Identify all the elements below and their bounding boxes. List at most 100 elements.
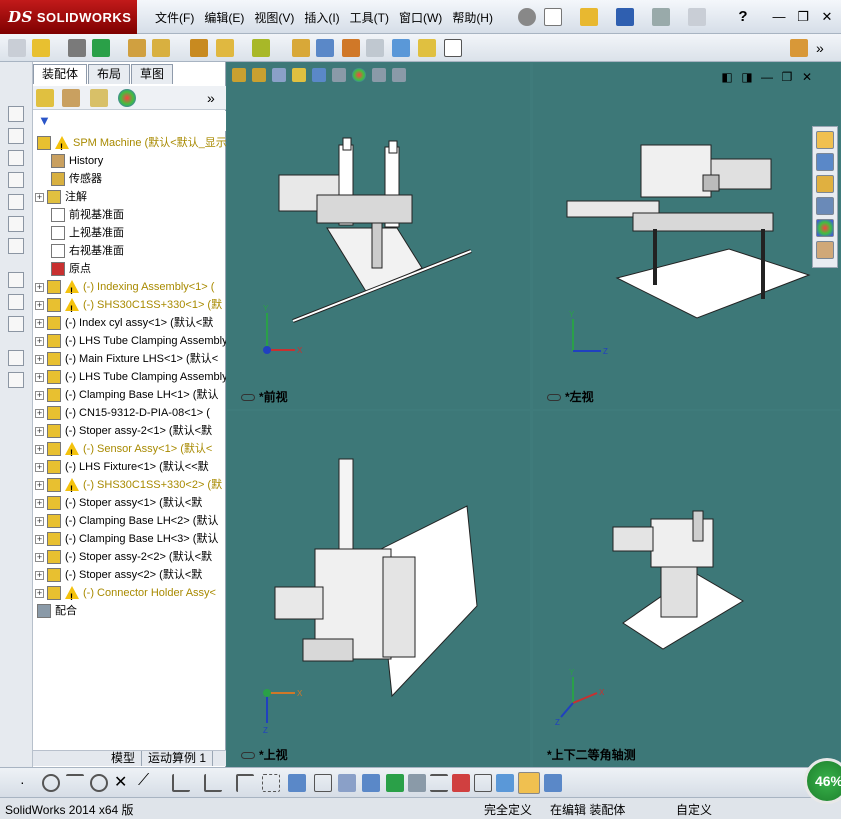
grid-icon[interactable] (314, 774, 332, 792)
viewport-left[interactable]: Y Z *左视 (533, 63, 840, 409)
solidworks-logo[interactable]: DS SOLIDWORKS (0, 0, 137, 34)
expand-toggle-icon[interactable]: + (35, 589, 44, 598)
section-icon[interactable] (544, 774, 562, 792)
tree-item[interactable]: + (-) Stoper assy-2<2> (默认<默 (33, 548, 226, 566)
expand-toggle-icon[interactable]: + (35, 517, 44, 526)
hole-alignment-icon[interactable] (418, 39, 436, 57)
tab-layout[interactable]: 布局 (88, 64, 131, 84)
bill-of-materials-icon[interactable] (316, 39, 334, 57)
tree-item[interactable]: + (-) CN15-9312-D-PIA-08<1> ( (33, 404, 226, 422)
expand-toggle-icon[interactable]: + (35, 301, 44, 310)
tab-model[interactable]: 模型 (105, 751, 143, 766)
trim-icon[interactable]: ✕ (114, 772, 132, 791)
bottom-view-icon[interactable] (8, 216, 24, 232)
viewport-front[interactable]: Y X *前视 (227, 63, 530, 409)
tree-item[interactable]: + (-) LHS Tube Clamping Assembly (33, 332, 226, 350)
reference-geometry-icon[interactable] (252, 39, 270, 57)
configuration-manager-icon[interactable] (90, 89, 108, 107)
minimize-pane-icon[interactable]: — (760, 70, 774, 84)
next-pane-icon[interactable]: ◨ (740, 70, 754, 84)
expand-toggle-icon[interactable]: + (35, 427, 44, 436)
custom-units[interactable]: 自定义 (676, 801, 712, 818)
tree-item[interactable]: + (-) Stoper assy<1> (默认<默 (33, 494, 226, 512)
feature-tree-icon[interactable] (36, 89, 54, 107)
tree-item[interactable]: 配合 (33, 602, 226, 620)
save-icon[interactable] (616, 8, 634, 26)
tree-item[interactable]: SPM Machine (默认<默认_显示 (33, 134, 226, 152)
tree-item[interactable]: + (-) Stoper assy-2<1> (默认<默 (33, 422, 226, 440)
tree-item[interactable]: + (-) Clamping Base LH<2> (默认 (33, 512, 226, 530)
tree-item[interactable]: + (-) SHS30C1SS+330<1> (默 (33, 296, 226, 314)
link-views-icon[interactable] (8, 372, 24, 388)
print-icon[interactable] (652, 8, 670, 26)
restore-pane-icon[interactable]: ❐ (780, 70, 794, 84)
top-view-icon[interactable] (8, 194, 24, 210)
expand-toggle-icon[interactable]: + (35, 553, 44, 562)
expand-toggle-icon[interactable]: + (35, 373, 44, 382)
move-component-icon[interactable] (152, 39, 170, 57)
tree-item[interactable]: + (-) Connector Holder Assy< (33, 584, 226, 602)
property-manager-icon[interactable] (62, 89, 80, 107)
tree-item[interactable]: History (33, 152, 226, 170)
color-icon[interactable] (452, 774, 470, 792)
instant3d-icon[interactable] (444, 39, 462, 57)
menu-view[interactable]: 视图(V) (249, 9, 299, 27)
expand-toggle-icon[interactable]: + (35, 571, 44, 580)
single-view-icon[interactable] (8, 294, 24, 310)
expand-toggle-icon[interactable]: + (35, 337, 44, 346)
solidworks-resources-icon[interactable] (816, 131, 834, 149)
custom-properties-icon[interactable] (816, 241, 834, 259)
exploded-view-icon[interactable] (342, 39, 360, 57)
normal-to-icon[interactable] (8, 272, 24, 288)
wireframe-icon[interactable] (474, 774, 492, 792)
linear-pattern-icon[interactable] (92, 39, 110, 57)
zoom-to-area-icon[interactable] (252, 68, 266, 82)
tree-item[interactable]: 原点 (33, 260, 226, 278)
assembly-features-icon[interactable] (216, 39, 234, 57)
tree-item[interactable]: + (-) Indexing Assembly<1> ( (33, 278, 226, 296)
tree-item[interactable]: + (-) Index cyl assy<1> (默认<默 (33, 314, 226, 332)
hatch-icon[interactable] (430, 774, 448, 792)
graphics-area[interactable]: Y X *前视 Y Z *左视 Z X *上视 Y X Z *上下二等角轴测 (226, 62, 841, 767)
view-palette-icon[interactable] (816, 197, 834, 215)
tree-item[interactable]: + (-) Clamping Base LH<3> (默认 (33, 530, 226, 548)
front-view-icon[interactable] (8, 106, 24, 122)
isometric-view-icon[interactable] (8, 238, 24, 254)
polygon-icon[interactable] (86, 770, 112, 796)
insert-component-icon[interactable] (32, 39, 50, 57)
relations-icon[interactable] (362, 774, 380, 792)
left-view-icon[interactable] (8, 150, 24, 166)
tree-item[interactable]: + (-) LHS Fixture<1> (默认<<默 (33, 458, 226, 476)
clearance-verification-icon[interactable] (392, 39, 410, 57)
appearance-icon[interactable] (352, 68, 366, 82)
menu-edit[interactable]: 编辑(E) (199, 9, 249, 27)
view-settings-icon[interactable] (392, 68, 406, 82)
tree-item[interactable]: + 注解 (33, 188, 226, 206)
expand-toggle-icon[interactable]: + (35, 193, 44, 202)
display-manager-icon[interactable] (118, 89, 136, 107)
expand-toggle-icon[interactable]: + (35, 355, 44, 364)
appearances-scenes-icon[interactable] (816, 219, 834, 237)
tree-item[interactable]: + (-) LHS Tube Clamping Assembly (33, 368, 226, 386)
menu-file[interactable]: 文件(F) (150, 9, 199, 27)
circle-icon[interactable] (42, 774, 60, 792)
expand-toggle-icon[interactable]: + (35, 391, 44, 400)
expand-toggle-icon[interactable]: + (35, 283, 44, 292)
tab-assembly[interactable]: 装配体 (33, 64, 88, 84)
shaded-icon[interactable] (496, 774, 514, 792)
tree-item[interactable]: + (-) Main Fixture LHS<1> (默认< (33, 350, 226, 368)
minimize-icon[interactable]: — (769, 8, 789, 26)
interference-detection-icon[interactable] (366, 39, 384, 57)
quick-snaps-icon[interactable] (408, 774, 426, 792)
tab-sketch[interactable]: 草图 (131, 64, 174, 84)
menu-help[interactable]: 帮助(H) (447, 9, 498, 27)
tree-item[interactable]: + (-) Sensor Assy<1> (默认< (33, 440, 226, 458)
open-folder-icon[interactable] (580, 8, 598, 26)
display-style-icon[interactable] (332, 68, 346, 82)
previous-view-icon[interactable] (272, 68, 286, 82)
help-question-icon[interactable]: ? (734, 8, 752, 26)
menu-window[interactable]: 窗口(W) (394, 9, 447, 27)
tab-motion-study[interactable]: 运动算例 1 (142, 751, 214, 766)
extend-icon[interactable]: ⟋ (138, 772, 156, 790)
tree-item[interactable]: + (-) Clamping Base LH<1> (默认 (33, 386, 226, 404)
